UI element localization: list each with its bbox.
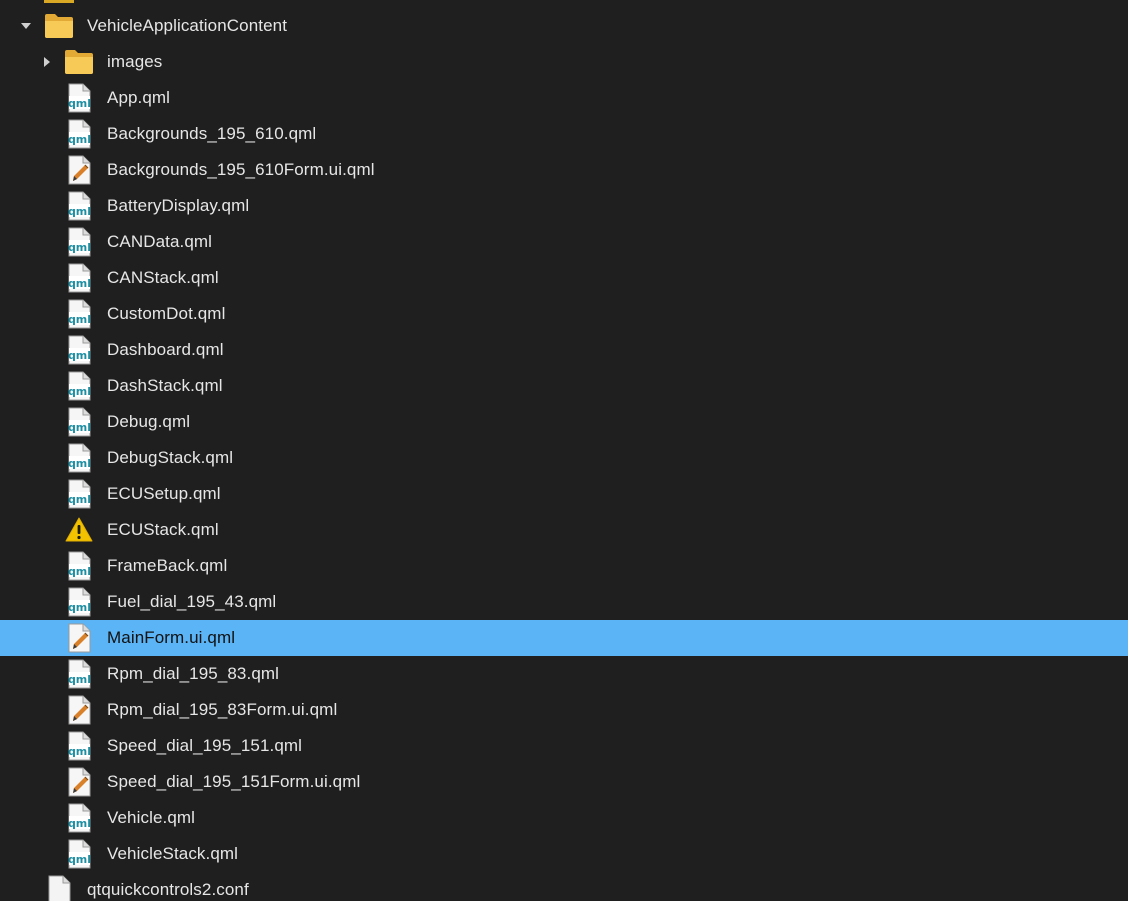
qml-file-icon: qml bbox=[63, 190, 95, 222]
qml-file-icon: qml bbox=[63, 442, 95, 474]
qml-file-icon: qml bbox=[63, 586, 95, 618]
file-name: ECUStack.qml bbox=[107, 520, 219, 539]
tree-row-file[interactable]: Rpm_dial_195_83Form.ui.qml bbox=[0, 692, 1128, 728]
file-name: App.qml bbox=[107, 88, 171, 107]
svg-text:qml: qml bbox=[68, 817, 91, 830]
svg-text:qml: qml bbox=[68, 349, 91, 362]
file-name: qtquickcontrols2.conf bbox=[87, 880, 249, 899]
tree-row-file[interactable]: Speed_dial_195_151Form.ui.qml bbox=[0, 764, 1128, 800]
svg-text:qml: qml bbox=[68, 205, 91, 218]
tree-row-file[interactable]: qml CANData.qml bbox=[0, 224, 1128, 260]
svg-text:qml: qml bbox=[68, 385, 91, 398]
pencil-file-icon bbox=[63, 622, 95, 654]
qml-file-icon: qml bbox=[63, 334, 95, 366]
folder-icon bbox=[63, 46, 95, 78]
file-name: CANData.qml bbox=[107, 232, 213, 251]
file-name: Rpm_dial_195_83Form.ui.qml bbox=[107, 700, 338, 719]
svg-text:qml: qml bbox=[68, 745, 91, 758]
svg-text:qml: qml bbox=[68, 601, 91, 614]
qml-file-icon: qml bbox=[63, 262, 95, 294]
pencil-file-icon bbox=[63, 766, 95, 798]
svg-text:qml: qml bbox=[68, 673, 91, 686]
file-name: Dashboard.qml bbox=[107, 340, 224, 359]
file-name: Rpm_dial_195_83.qml bbox=[107, 664, 280, 683]
tree-row-subfolder[interactable]: images bbox=[0, 44, 1128, 80]
file-name: Speed_dial_195_151.qml bbox=[107, 736, 303, 755]
svg-text:qml: qml bbox=[68, 277, 91, 290]
blank-file-icon bbox=[43, 874, 75, 901]
file-name: Backgrounds_195_610Form.ui.qml bbox=[107, 160, 375, 179]
clipped-row-above bbox=[0, 0, 1128, 4]
tree-row-file[interactable]: qml ECUSetup.qml bbox=[0, 476, 1128, 512]
tree-row-file[interactable]: qml Dashboard.qml bbox=[0, 332, 1128, 368]
file-name: Backgrounds_195_610.qml bbox=[107, 124, 317, 143]
file-name: Speed_dial_195_151Form.ui.qml bbox=[107, 772, 361, 791]
qml-file-icon: qml bbox=[63, 730, 95, 762]
svg-text:qml: qml bbox=[68, 853, 91, 866]
pencil-file-icon bbox=[63, 694, 95, 726]
folder-icon bbox=[44, 0, 74, 3]
tree-row-file[interactable]: qml App.qml bbox=[0, 80, 1128, 116]
file-name: Debug.qml bbox=[107, 412, 191, 431]
tree-row-file[interactable]: qml Fuel_dial_195_43.qml bbox=[0, 584, 1128, 620]
svg-text:qml: qml bbox=[68, 97, 91, 110]
tree-row-file[interactable]: qml Debug.qml bbox=[0, 404, 1128, 440]
qml-file-icon: qml bbox=[63, 838, 95, 870]
pencil-file-icon bbox=[63, 154, 95, 186]
tree-row-file[interactable]: qtquickcontrols2.conf bbox=[0, 872, 1128, 901]
chevron-down-icon[interactable] bbox=[20, 20, 32, 32]
svg-text:qml: qml bbox=[68, 133, 91, 146]
tree-row-file[interactable]: qml Speed_dial_195_151.qml bbox=[0, 728, 1128, 764]
tree-row-file[interactable]: qml CustomDot.qml bbox=[0, 296, 1128, 332]
file-name: DebugStack.qml bbox=[107, 448, 234, 467]
qml-file-icon: qml bbox=[63, 478, 95, 510]
file-name: DashStack.qml bbox=[107, 376, 223, 395]
svg-text:qml: qml bbox=[68, 457, 91, 470]
file-name: CANStack.qml bbox=[107, 268, 219, 287]
qml-file-icon: qml bbox=[63, 406, 95, 438]
tree-row-file[interactable]: qml Vehicle.qml bbox=[0, 800, 1128, 836]
qml-file-icon: qml bbox=[63, 82, 95, 114]
tree-row-file[interactable]: qml Rpm_dial_195_83.qml bbox=[0, 656, 1128, 692]
qml-file-icon: qml bbox=[63, 226, 95, 258]
svg-text:qml: qml bbox=[68, 421, 91, 434]
tree-row-folder[interactable]: VehicleApplicationContent bbox=[0, 8, 1128, 44]
qml-file-icon: qml bbox=[63, 298, 95, 330]
file-name: CustomDot.qml bbox=[107, 304, 226, 323]
svg-text:qml: qml bbox=[68, 313, 91, 326]
tree-row-file[interactable]: qml VehicleStack.qml bbox=[0, 836, 1128, 872]
file-name: VehicleStack.qml bbox=[107, 844, 239, 863]
file-tree: VehicleApplicationContent images qml App.… bbox=[0, 0, 1128, 901]
tree-row-file[interactable]: qml FrameBack.qml bbox=[0, 548, 1128, 584]
qml-file-icon: qml bbox=[63, 118, 95, 150]
warning-icon bbox=[63, 514, 95, 546]
file-name: Fuel_dial_195_43.qml bbox=[107, 592, 277, 611]
tree-row-file[interactable]: qml Backgrounds_195_610.qml bbox=[0, 116, 1128, 152]
qml-file-icon: qml bbox=[63, 802, 95, 834]
tree-row-file[interactable]: qml BatteryDisplay.qml bbox=[0, 188, 1128, 224]
qml-file-icon: qml bbox=[63, 370, 95, 402]
file-name: Vehicle.qml bbox=[107, 808, 196, 827]
tree-row-file[interactable]: qml CANStack.qml bbox=[0, 260, 1128, 296]
tree-row-file[interactable]: Backgrounds_195_610Form.ui.qml bbox=[0, 152, 1128, 188]
file-name: MainForm.ui.qml bbox=[107, 628, 236, 647]
tree-row-file[interactable]: ECUStack.qml bbox=[0, 512, 1128, 548]
svg-text:qml: qml bbox=[68, 493, 91, 506]
folder-name: VehicleApplicationContent bbox=[87, 16, 288, 35]
file-name: FrameBack.qml bbox=[107, 556, 228, 575]
svg-text:qml: qml bbox=[68, 565, 91, 578]
qml-file-icon: qml bbox=[63, 658, 95, 690]
file-name: BatteryDisplay.qml bbox=[107, 196, 250, 215]
file-name: ECUSetup.qml bbox=[107, 484, 221, 503]
chevron-right-icon[interactable] bbox=[41, 56, 53, 68]
tree-row-file[interactable]: qml DashStack.qml bbox=[0, 368, 1128, 404]
folder-icon bbox=[43, 10, 75, 42]
svg-text:qml: qml bbox=[68, 241, 91, 254]
tree-row-file[interactable]: MainForm.ui.qml bbox=[0, 620, 1128, 656]
tree-row-file[interactable]: qml DebugStack.qml bbox=[0, 440, 1128, 476]
subfolder-name: images bbox=[107, 52, 163, 71]
qml-file-icon: qml bbox=[63, 550, 95, 582]
